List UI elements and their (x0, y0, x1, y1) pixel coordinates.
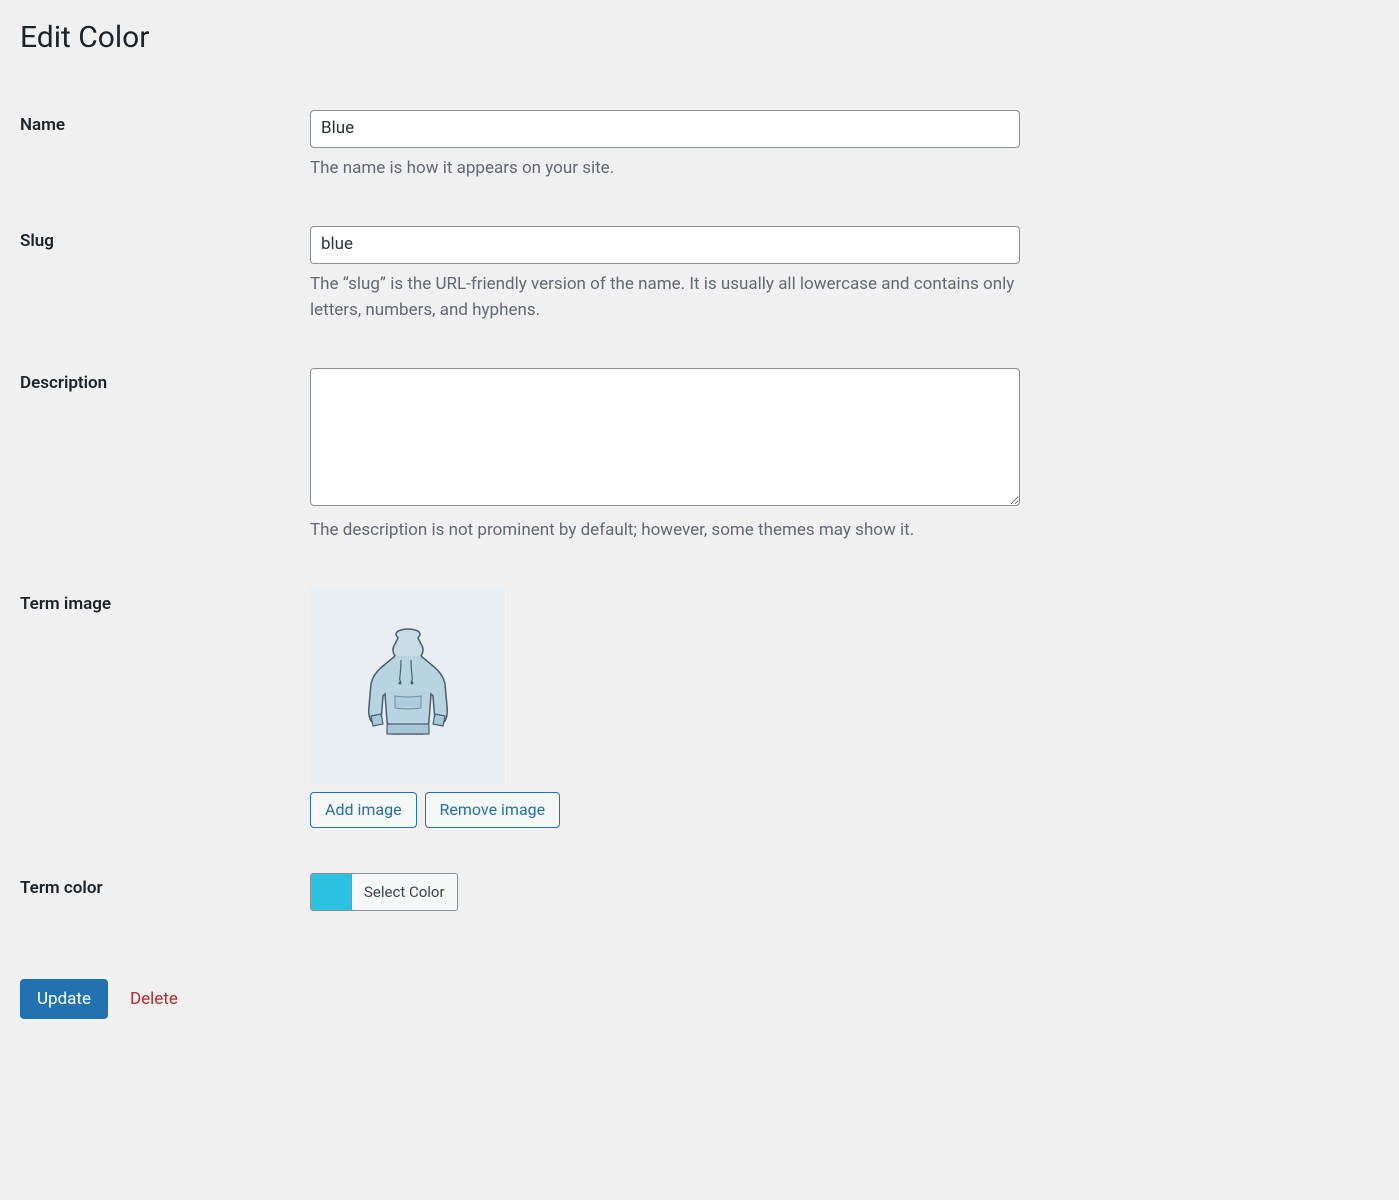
update-button[interactable]: Update (20, 979, 108, 1019)
color-swatch (311, 874, 351, 910)
slug-description: The “slug” is the URL-friendly version o… (310, 272, 1020, 323)
add-image-button[interactable]: Add image (310, 792, 417, 829)
color-picker[interactable]: Select Color (310, 873, 458, 911)
term-image-preview (310, 589, 505, 784)
delete-link[interactable]: Delete (130, 989, 178, 1009)
description-help: The description is not prominent by defa… (310, 518, 1020, 544)
page-title: Edit Color (20, 20, 1379, 55)
term-color-label: Term color (20, 858, 310, 944)
description-label: Description (20, 353, 310, 574)
slug-label: Slug (20, 211, 310, 353)
name-input[interactable] (310, 110, 1020, 148)
hoodie-icon (353, 626, 463, 746)
slug-input[interactable] (310, 226, 1020, 264)
term-image-label: Term image (20, 574, 310, 859)
remove-image-button[interactable]: Remove image (425, 792, 561, 829)
select-color-button[interactable]: Select Color (351, 874, 457, 910)
description-textarea[interactable] (310, 368, 1020, 506)
name-description: The name is how it appears on your site. (310, 156, 1020, 182)
name-label: Name (20, 95, 310, 211)
